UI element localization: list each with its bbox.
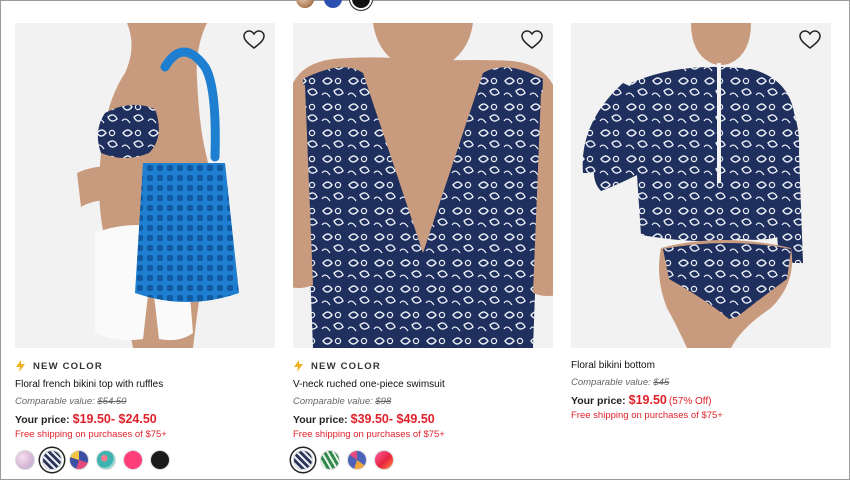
wishlist-heart-icon[interactable] <box>243 30 265 50</box>
comparable-amount: $45 <box>653 377 670 388</box>
product-name[interactable]: Floral french bikini top with ruffles <box>15 379 275 391</box>
shipping-note: Free shipping on purchases of $75+ <box>571 410 723 421</box>
swatch-blue-multi[interactable] <box>347 450 367 470</box>
product-name[interactable]: Floral bikini bottom <box>571 360 831 372</box>
swatch-navy-floral[interactable] <box>42 450 62 470</box>
product-image[interactable] <box>293 23 553 348</box>
swatch-black[interactable] <box>352 0 370 8</box>
color-swatches <box>293 450 553 470</box>
comparable-label: Comparable value: <box>15 396 95 407</box>
swatch-hot-pink[interactable] <box>123 450 143 470</box>
color-swatches <box>15 450 275 470</box>
badge-label: NEW COLOR <box>33 360 103 372</box>
comparable-amount: $98 <box>375 396 392 407</box>
badge-label: NEW COLOR <box>311 360 381 372</box>
product-card[interactable]: NEW COLOR Floral french bikini top with … <box>15 23 275 470</box>
price-label: Your price: <box>571 395 626 407</box>
previous-row-swatches <box>296 0 370 8</box>
swatch-navy-floral[interactable] <box>293 450 313 470</box>
comparable-value: Comparable value: $98 <box>293 396 553 408</box>
product-image[interactable] <box>15 23 275 348</box>
product-image[interactable] <box>571 23 831 348</box>
new-color-badge: NEW COLOR <box>293 360 553 372</box>
swatch-pink-floral[interactable] <box>15 450 35 470</box>
product-card[interactable]: NEW COLOR V-neck ruched one-piece swimsu… <box>293 23 553 470</box>
wishlist-heart-icon[interactable] <box>799 30 821 50</box>
comparable-label: Comparable value: <box>571 377 651 388</box>
new-color-badge: NEW COLOR <box>15 360 275 372</box>
swatch-tortoise[interactable] <box>296 0 314 8</box>
shipping-note: Free shipping on purchases of $75+ <box>15 429 167 440</box>
comparable-value: Comparable value: $54.50 <box>15 396 275 408</box>
wishlist-heart-icon[interactable] <box>521 30 543 50</box>
shipping-note: Free shipping on purchases of $75+ <box>293 429 445 440</box>
swatch-red-pink[interactable] <box>374 450 394 470</box>
swatch-black[interactable] <box>150 450 170 470</box>
comparable-value: Comparable value: $45 <box>571 377 831 389</box>
lightning-bolt-icon <box>16 360 25 372</box>
price-label: Your price: <box>293 414 348 426</box>
comparable-amount: $54.50 <box>97 396 127 407</box>
price-line: Your price: $39.50- $49.50 <box>293 412 553 428</box>
lightning-bolt-icon <box>294 360 303 372</box>
swatch-blue-multi[interactable] <box>69 450 89 470</box>
price-line: Your price: $19.50 (57% Off) <box>571 393 831 409</box>
price-amount: $39.50- $49.50 <box>350 412 435 426</box>
price-label: Your price: <box>15 414 70 426</box>
swatch-blue[interactable] <box>324 0 342 8</box>
swatch-teal-floral[interactable] <box>96 450 116 470</box>
discount-percent: (57% Off) <box>668 396 712 407</box>
price-amount: $19.50 <box>628 393 667 407</box>
price-amount: $19.50- $24.50 <box>72 412 157 426</box>
price-line: Your price: $19.50- $24.50 <box>15 412 275 428</box>
swatch-green-leaf[interactable] <box>320 450 340 470</box>
product-card[interactable]: Floral bikini bottom Comparable value: $… <box>571 23 831 422</box>
comparable-label: Comparable value: <box>293 396 373 407</box>
product-name[interactable]: V-neck ruched one-piece swimsuit <box>293 379 553 391</box>
